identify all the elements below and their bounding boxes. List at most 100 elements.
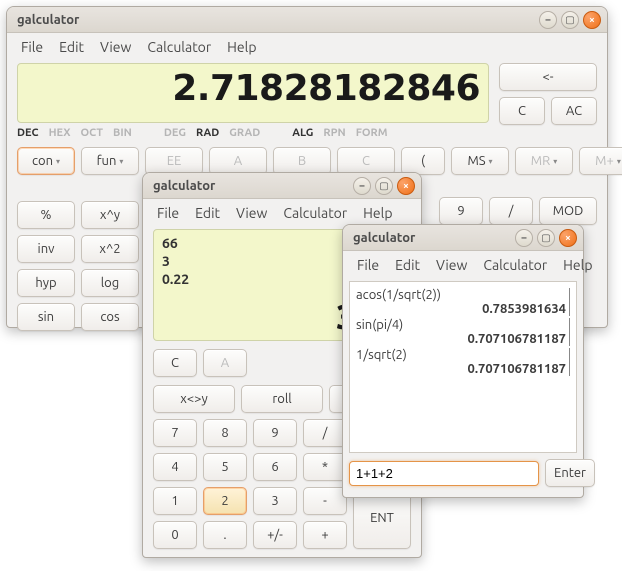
subtract-button[interactable]: - (303, 487, 347, 515)
clear-button[interactable]: C (499, 97, 545, 125)
titlebar: galculator – ▢ × (7, 7, 607, 33)
all-clear-button[interactable]: AC (551, 97, 597, 125)
menu-view[interactable]: View (430, 255, 473, 275)
roll-button[interactable]: roll (241, 385, 323, 413)
mode-rpn[interactable]: RPN (323, 127, 345, 139)
minimize-button[interactable]: – (515, 229, 533, 247)
menu-help[interactable]: Help (357, 203, 398, 223)
power-button[interactable]: x^y (81, 201, 139, 229)
close-button[interactable]: × (583, 11, 601, 29)
mode-deg[interactable]: DEG (164, 127, 186, 139)
maximize-button[interactable]: ▢ (537, 229, 555, 247)
mode-rad[interactable]: RAD (196, 127, 219, 139)
hyperbolic-button[interactable]: hyp (17, 269, 75, 297)
open-paren-button[interactable]: ( (401, 147, 445, 175)
window-title: galculator (17, 13, 535, 27)
close-button[interactable]: × (397, 177, 415, 195)
history-pane: acos(1/sqrt(2)) 0.7853981634 sin(pi/4) 0… (349, 281, 577, 453)
log-button[interactable]: log (81, 269, 139, 297)
menu-calculator[interactable]: Calculator (141, 37, 217, 57)
inverse-button[interactable]: inv (17, 235, 75, 263)
ee-button[interactable]: EE (145, 147, 203, 175)
digit-2-button[interactable]: 2 (203, 487, 247, 515)
chevron-down-icon: ▾ (617, 157, 621, 166)
maximize-button[interactable]: ▢ (375, 177, 393, 195)
mode-grad[interactable]: GRAD (229, 127, 260, 139)
history-result: 0.707106781187 (356, 362, 570, 376)
display: 2.71828182846 (17, 63, 489, 123)
history-expression: acos(1/sqrt(2)) (356, 288, 570, 302)
functions-button[interactable]: fun▾ (81, 147, 139, 175)
percent-button[interactable]: % (17, 201, 75, 229)
menubar: File Edit View Calculator Help (7, 33, 607, 59)
digit-9-button[interactable]: 9 (439, 197, 483, 225)
mode-indicators: DEC HEX OCT BIN DEG RAD GRAD ALG RPN FOR… (17, 127, 597, 139)
sign-button[interactable]: +/- (253, 521, 297, 549)
hex-c-button[interactable]: C (337, 147, 395, 175)
decimal-button[interactable]: . (203, 521, 247, 549)
menu-calculator[interactable]: Calculator (277, 203, 353, 223)
memory-recall-button[interactable]: MR▾ (515, 147, 573, 175)
history-result: 0.707106781187 (356, 332, 570, 346)
menu-file[interactable]: File (351, 255, 385, 275)
history-result: 0.7853981634 (356, 302, 570, 316)
backspace-button[interactable]: <- (499, 63, 597, 91)
digit-5-button[interactable]: 5 (203, 453, 247, 481)
chevron-down-icon: ▾ (56, 157, 60, 166)
digit-8-button[interactable]: 8 (203, 419, 247, 447)
all-clear-button[interactable]: A (203, 349, 247, 377)
mode-form[interactable]: FORM (356, 127, 388, 139)
menu-edit[interactable]: Edit (53, 37, 90, 57)
menu-file[interactable]: File (151, 203, 185, 223)
mode-hex[interactable]: HEX (49, 127, 71, 139)
divide-button[interactable]: / (489, 197, 533, 225)
mode-alg[interactable]: ALG (292, 127, 313, 139)
clear-button[interactable]: C (153, 349, 197, 377)
menubar: File Edit View Calculator Help (143, 199, 421, 225)
hex-b-button[interactable]: B (273, 147, 331, 175)
square-button[interactable]: x^2 (81, 235, 139, 263)
sin-button[interactable]: sin (17, 303, 75, 331)
menu-calculator[interactable]: Calculator (477, 255, 553, 275)
chevron-down-icon: ▾ (489, 157, 493, 166)
mode-dec[interactable]: DEC (17, 127, 39, 139)
constants-button[interactable]: con▾ (17, 147, 75, 175)
cos-button[interactable]: cos (81, 303, 139, 331)
mod-button[interactable]: MOD (539, 197, 597, 225)
expression-input[interactable] (349, 461, 539, 486)
menu-edit[interactable]: Edit (189, 203, 226, 223)
divide-button[interactable]: / (303, 419, 347, 447)
minimize-button[interactable]: – (353, 177, 371, 195)
memory-store-button[interactable]: MS▾ (451, 147, 509, 175)
history-expression: 1/sqrt(2) (356, 348, 570, 362)
multiply-button[interactable]: * (303, 453, 347, 481)
memory-plus-button[interactable]: M+▾ (579, 147, 622, 175)
maximize-button[interactable]: ▢ (561, 11, 579, 29)
menu-view[interactable]: View (230, 203, 273, 223)
digit-7-button[interactable]: 7 (153, 419, 197, 447)
swap-button[interactable]: x<>y (153, 385, 235, 413)
menu-file[interactable]: File (15, 37, 49, 57)
chevron-down-icon: ▾ (553, 157, 557, 166)
display-value: 2.71828182846 (26, 68, 480, 109)
mode-bin[interactable]: BIN (113, 127, 132, 139)
digit-1-button[interactable]: 1 (153, 487, 197, 515)
add-button[interactable]: + (303, 521, 347, 549)
menu-help[interactable]: Help (557, 255, 598, 275)
digit-3-button[interactable]: 3 (253, 487, 297, 515)
digit-6-button[interactable]: 6 (253, 453, 297, 481)
digit-0-button[interactable]: 0 (153, 521, 197, 549)
close-button[interactable]: × (559, 229, 577, 247)
menu-view[interactable]: View (94, 37, 137, 57)
titlebar: galculator – ▢ × (343, 225, 583, 251)
digit-4-button[interactable]: 4 (153, 453, 197, 481)
mode-oct[interactable]: OCT (81, 127, 104, 139)
menu-edit[interactable]: Edit (389, 255, 426, 275)
titlebar: galculator – ▢ × (143, 173, 421, 199)
menu-help[interactable]: Help (221, 37, 262, 57)
window-title: galculator (153, 179, 349, 193)
digit-9-button[interactable]: 9 (253, 419, 297, 447)
hex-a-button[interactable]: A (209, 147, 267, 175)
enter-button[interactable]: Enter (545, 459, 595, 487)
minimize-button[interactable]: – (539, 11, 557, 29)
